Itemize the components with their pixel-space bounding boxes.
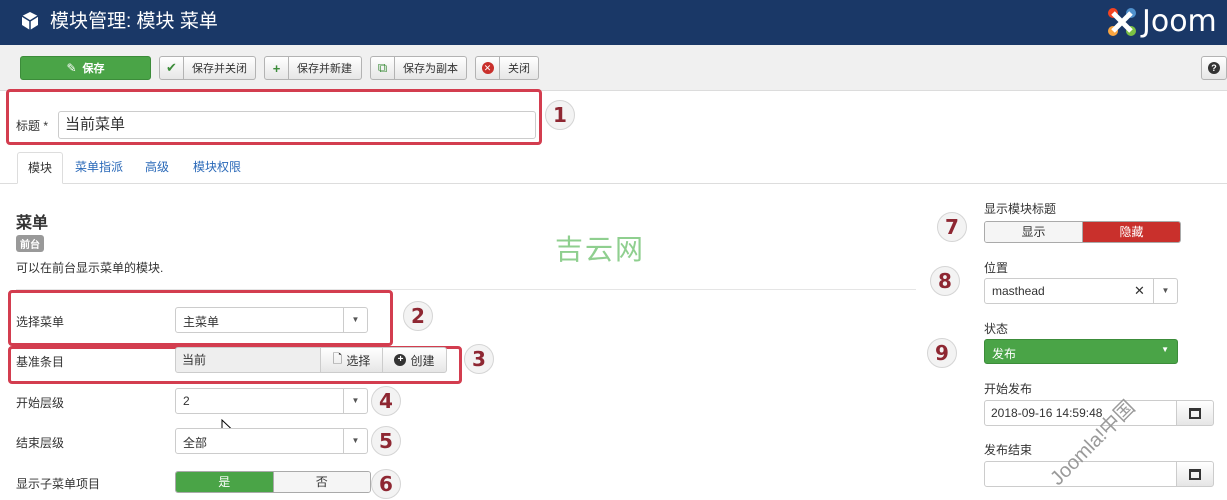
end-level-value: 全部 [183,436,208,450]
site-badge: 前台 [16,235,44,252]
close-circle-icon: ✕ [476,57,500,79]
save-new-label: 保存并新建 [297,63,352,75]
help-icon: ? [1208,62,1220,74]
save-new-button[interactable]: + 保存并新建 [264,56,362,80]
marker-6: 6 [371,469,401,499]
base-item-create-label: 创建 [410,353,435,368]
start-level-label: 开始层级 [16,396,65,410]
marker-3: 3 [464,344,494,374]
show-title-label: 显示模块标题 [984,202,1057,216]
toolbar: ✎ 保存 ✔ 保存并关闭 + 保存并新建 ⧉ 保存为副本 ✕ 关闭 ? [0,45,1227,91]
status-dropdown[interactable]: 发布 ▼ [984,339,1178,364]
finish-publish-label: 发布结束 [984,443,1033,457]
help-button[interactable]: ? [1201,56,1227,80]
joomla-logo-icon [1108,8,1136,36]
caret-down-icon: ▼ [343,429,367,453]
plus-icon: + [265,57,289,79]
base-item-select-button[interactable]: 🗋 选择 [320,347,383,373]
save-close-button[interactable]: ✔ 保存并关闭 [159,56,256,80]
module-name: 菜单 [16,215,49,232]
joomla-logo-text: Joom [1142,4,1217,39]
show-title-hide-button[interactable]: 隐藏 [1082,222,1180,242]
edit-icon: ✎ [66,61,77,75]
page-title: 模块管理: 模块 菜单 [50,11,218,32]
save-button-label: 保存 [82,63,105,75]
start-publish-calendar-button[interactable] [1176,400,1214,426]
show-title-toggle: 显示 隐藏 [984,221,1181,243]
start-publish-label: 开始发布 [984,382,1033,396]
caret-down-icon: ▼ [343,389,367,413]
cube-icon [21,12,39,30]
start-level-value: 2 [183,394,190,408]
marker-2: 2 [403,301,433,331]
show-sub-items-label: 显示子菜单项目 [16,477,101,491]
base-item-select-label: 选择 [346,353,371,368]
marker-5: 5 [371,426,401,456]
plus-circle-icon: + [394,354,407,366]
marker-8: 8 [930,266,960,296]
select-menu-value: 主菜单 [183,315,220,329]
save-copy-label: 保存为副本 [403,63,458,75]
status-label: 状态 [984,322,1009,336]
finish-publish-calendar-button[interactable] [1176,461,1214,487]
caret-down-icon: ▼ [1153,279,1177,303]
header-bar: 模块管理: 模块 菜单 Joom [0,0,1227,45]
status-value: 发布 [992,347,1017,361]
end-level-dropdown[interactable]: 全部 ▼ [175,428,368,454]
tab-advanced[interactable]: 高级 [135,152,179,184]
copy-icon: ⧉ [371,57,395,79]
save-close-label: 保存并关闭 [192,63,247,75]
caret-down-icon: ▼ [343,308,367,332]
watermark-text: 吉云网 [555,234,646,265]
close-label: 关闭 [508,63,530,75]
end-level-label: 结束层级 [16,436,65,450]
tab-module[interactable]: 模块 [17,152,64,184]
calendar-icon [1189,407,1201,419]
marker-1: 1 [545,100,575,130]
show-sub-no-button[interactable]: 否 [272,472,370,492]
tab-menu-assignment[interactable]: 菜单指派 [65,152,133,184]
marker-7: 7 [937,212,967,242]
position-dropdown[interactable]: masthead ✕ ▼ [984,278,1178,304]
close-button[interactable]: ✕ 关闭 [475,56,539,80]
show-sub-items-toggle: 是 否 [175,471,371,493]
base-item-field: 当前 [175,347,321,373]
clear-icon[interactable]: ✕ [1134,283,1145,299]
marker-9: 9 [927,338,957,368]
title-input[interactable]: 当前菜单 [58,111,536,139]
save-copy-button[interactable]: ⧉ 保存为副本 [370,56,467,80]
select-menu-label: 选择菜单 [16,315,65,329]
file-icon: 🗋 [332,351,343,366]
position-value: masthead [992,284,1045,298]
caret-down-icon: ▼ [1161,345,1169,354]
show-title-show-button[interactable]: 显示 [985,222,1082,242]
marker-4: 4 [371,386,401,416]
base-item-create-button[interactable]: + 创建 [382,347,447,373]
save-button[interactable]: ✎ 保存 [20,56,151,80]
position-label: 位置 [984,261,1009,275]
check-icon: ✔ [160,57,184,79]
start-level-dropdown[interactable]: 2 ▼ [175,388,368,414]
start-publish-input[interactable]: 2018-09-16 14:59:48 [984,400,1177,426]
tab-permissions[interactable]: 模块权限 [183,152,251,184]
calendar-icon [1189,468,1201,480]
select-menu-dropdown[interactable]: 主菜单 ▼ [175,307,368,333]
base-item-label: 基准条目 [16,355,65,369]
title-label: 标题 * [16,119,49,133]
module-description: 可以在前台显示菜单的模块. [16,261,164,275]
tab-bar: 模块 菜单指派 高级 模块权限 [0,152,1227,184]
show-sub-yes-button[interactable]: 是 [176,472,273,492]
